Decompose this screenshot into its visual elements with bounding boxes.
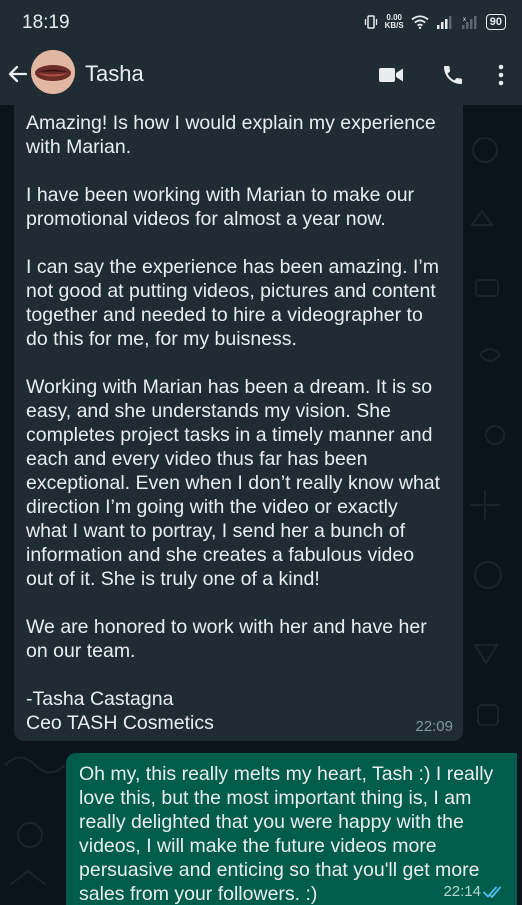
svg-text:x: x — [463, 17, 466, 23]
avatar[interactable] — [31, 50, 75, 94]
incoming-message-time: 22:09 — [415, 718, 453, 735]
back-arrow-icon[interactable] — [6, 62, 30, 86]
video-call-icon[interactable] — [378, 63, 404, 87]
contact-name[interactable]: Tasha — [85, 61, 144, 87]
chat-area[interactable]: Amazing! Is how I would explain my exper… — [0, 105, 522, 905]
signal-icon — [436, 16, 452, 29]
read-receipt-icon — [483, 886, 501, 898]
signal-2-icon: x — [461, 16, 477, 29]
vibrate-icon — [364, 15, 377, 29]
incoming-message-bubble[interactable]: Amazing! Is how I would explain my exper… — [14, 105, 463, 741]
more-options-icon[interactable] — [494, 63, 508, 87]
status-icons: 0.00 KB/S x 90 — [364, 14, 506, 30]
incoming-message-text: Amazing! Is how I would explain my exper… — [26, 112, 441, 734]
outgoing-message-time: 22:14 — [443, 883, 481, 900]
net-speed: 0.00 KB/S — [385, 14, 404, 30]
net-speed-unit: KB/S — [384, 21, 404, 30]
wifi-icon — [411, 15, 429, 29]
outgoing-message-bubble[interactable]: Oh my, this really melts my heart, Tash … — [66, 753, 517, 905]
battery-indicator: 90 — [485, 14, 506, 30]
avatar-image — [31, 50, 75, 94]
status-time: 18:19 — [22, 12, 70, 33]
status-bar: 18:19 0.00 KB/S x 90 — [0, 0, 522, 44]
phone-icon[interactable] — [440, 63, 466, 87]
chat-header: Tasha — [0, 44, 522, 105]
